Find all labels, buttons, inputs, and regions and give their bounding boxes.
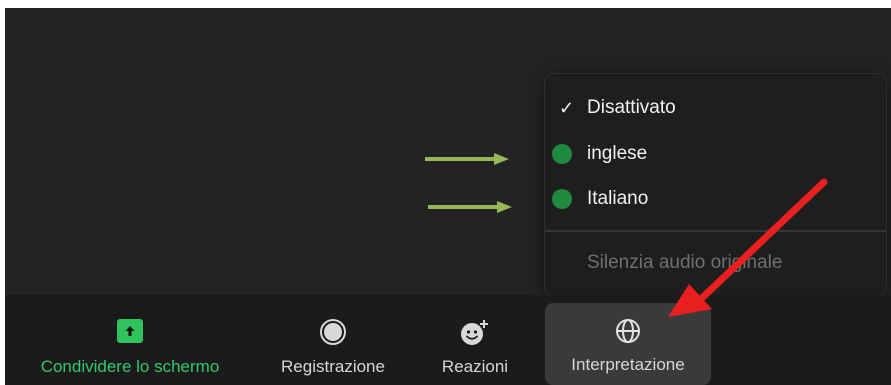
meeting-toolbar: Condividere lo schermo Registrazione Rea… bbox=[5, 295, 891, 385]
record-label: Registrazione bbox=[281, 357, 385, 376]
green-dot-icon bbox=[552, 144, 572, 164]
smiley-plus-icon bbox=[460, 319, 490, 352]
share-screen-button[interactable]: Condividere lo schermo bbox=[5, 309, 255, 385]
interpretation-button[interactable]: Interpretazione bbox=[545, 303, 711, 385]
menu-item-disattivato[interactable]: ✓ Disattivato bbox=[545, 88, 886, 128]
share-screen-label: Condividere lo schermo bbox=[40, 357, 220, 376]
menu-item-label: Italiano bbox=[587, 188, 649, 209]
record-icon bbox=[320, 319, 346, 345]
menu-divider bbox=[545, 230, 886, 232]
menu-item-label: inglese bbox=[587, 143, 648, 164]
menu-item-mute-original[interactable]: Silenzia audio originale bbox=[545, 243, 886, 283]
checkmark-icon: ✓ bbox=[559, 97, 575, 118]
menu-item-label: Silenzia audio originale bbox=[587, 252, 783, 273]
green-dot-icon bbox=[552, 189, 572, 209]
reactions-button[interactable]: Reazioni bbox=[425, 309, 525, 385]
interpretation-menu: ✓ Disattivato inglese Italiano Silenzia … bbox=[544, 73, 887, 297]
share-screen-icon bbox=[117, 319, 143, 343]
record-button[interactable]: Registrazione bbox=[255, 309, 411, 385]
globe-icon bbox=[614, 317, 642, 350]
meeting-window: ✓ Disattivato inglese Italiano Silenzia … bbox=[5, 8, 891, 385]
menu-item-inglese[interactable]: inglese bbox=[545, 134, 886, 174]
menu-item-italiano[interactable]: Italiano bbox=[545, 179, 886, 219]
menu-item-label: Disattivato bbox=[587, 97, 676, 118]
reactions-label: Reazioni bbox=[441, 357, 509, 376]
interpretation-label: Interpretazione bbox=[571, 355, 685, 374]
